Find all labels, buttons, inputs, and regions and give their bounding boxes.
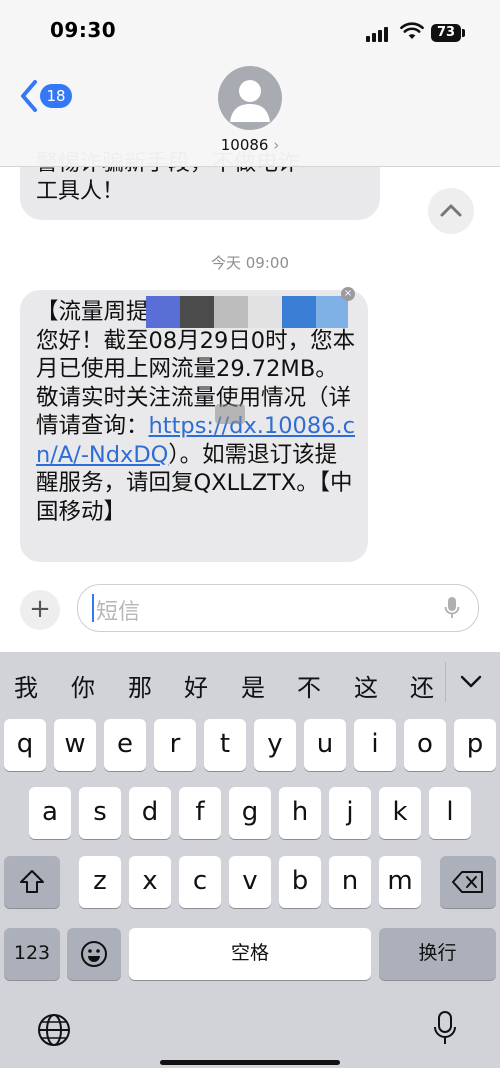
return-key[interactable]: 换行 [379,928,496,980]
key-u[interactable]: u [304,719,346,771]
key-x[interactable]: x [129,856,171,908]
key-z[interactable]: z [79,856,121,908]
dictation-mic-icon[interactable] [432,1010,458,1048]
back-unread-badge[interactable]: 18 [40,84,72,108]
candidate-word[interactable]: 好 [184,668,208,703]
key-t[interactable]: t [204,719,246,771]
redaction-block [316,296,348,328]
candidate-word[interactable]: 那 [128,668,152,703]
chevron-down-icon[interactable] [458,668,484,694]
header-divider [0,166,500,167]
key-y[interactable]: y [254,719,296,771]
contact-chevron-icon: › [273,136,280,154]
text-caret [92,594,94,622]
key-v[interactable]: v [229,856,271,908]
key-w[interactable]: w [54,719,96,771]
key-i[interactable]: i [354,719,396,771]
battery-nub [462,29,465,37]
battery-icon: 73 [431,24,461,42]
globe-icon[interactable] [36,1012,72,1048]
key-d[interactable]: d [129,787,171,839]
candidate-word[interactable]: 这 [354,668,378,703]
previous-message-line-2: 工具人！ [36,179,125,204]
shift-icon [20,870,44,893]
chevron-up-icon [440,204,462,217]
redaction-block [214,296,248,328]
key-l[interactable]: l [429,787,471,839]
message-timestamp: 今天 09:00 [211,254,289,272]
redaction-block [248,296,282,328]
home-indicator [160,1060,340,1065]
key-e[interactable]: e [104,719,146,771]
message-input-placeholder: 短信 [96,600,141,625]
key-n[interactable]: n [329,856,371,908]
key-a[interactable]: a [29,787,71,839]
candidate-word[interactable]: 不 [297,668,321,703]
redaction-block [180,296,214,328]
mic-icon[interactable] [444,596,460,620]
candidate-word[interactable]: 我 [14,668,38,703]
numbers-key[interactable]: 123 [4,928,60,980]
person-icon [230,80,270,122]
key-p[interactable]: p [454,719,496,771]
candidate-divider [445,662,446,702]
message-text: 【流量周提 您好！截至08月29日0时，您本月已使用上网流量29.72MB。敬请实… [36,298,358,526]
contact-name[interactable]: 10086 › [200,136,300,154]
key-g[interactable]: g [229,787,271,839]
message-header: 【流量周提 [36,299,149,325]
key-m[interactable]: m [379,856,421,908]
redaction-smudge [215,404,245,424]
signal-icon [366,26,392,42]
key-q[interactable]: q [4,719,46,771]
candidate-word[interactable]: 你 [71,668,95,703]
key-b[interactable]: b [279,856,321,908]
scroll-up-button[interactable] [428,188,474,234]
delete-icon [452,871,483,893]
space-key[interactable]: 空格 [129,928,371,980]
emoji-icon [81,941,107,967]
wifi-icon [400,22,424,39]
key-k[interactable]: k [379,787,421,839]
delete-key[interactable] [440,856,496,908]
key-o[interactable]: o [404,719,446,771]
candidate-word[interactable]: 是 [241,668,265,703]
key-f[interactable]: f [179,787,221,839]
redaction-block [146,296,180,328]
key-r[interactable]: r [154,719,196,771]
key-j[interactable]: j [329,787,371,839]
add-attachment-button[interactable]: + [20,590,60,630]
contact-number: 10086 [220,136,269,154]
status-time: 09:30 [50,18,117,42]
candidate-word[interactable]: 还 [410,668,434,703]
emoji-key[interactable] [67,928,121,980]
key-h[interactable]: h [279,787,321,839]
shift-key[interactable] [4,856,60,908]
key-s[interactable]: s [79,787,121,839]
redaction-block [282,296,316,328]
contact-avatar[interactable] [218,66,282,130]
close-icon: × [341,287,355,301]
key-c[interactable]: c [179,856,221,908]
